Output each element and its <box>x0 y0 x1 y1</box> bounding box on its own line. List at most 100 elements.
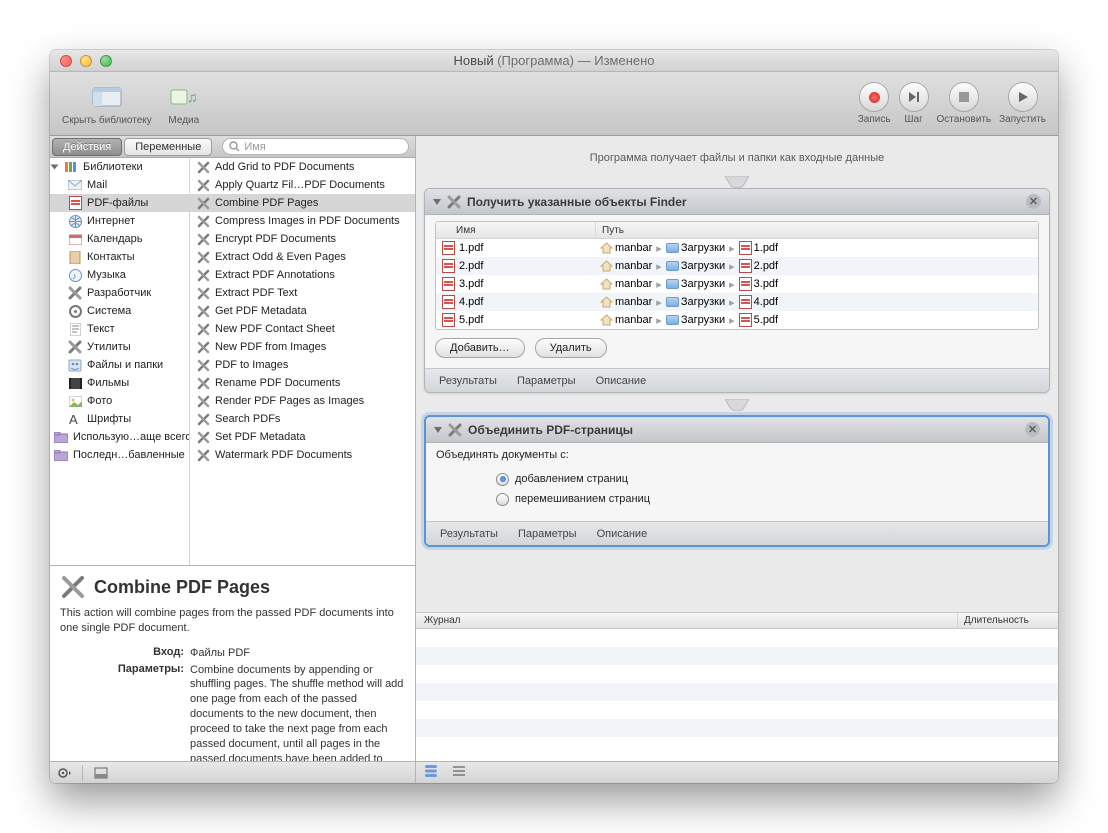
action-title: Объединить PDF-страницы <box>468 423 633 437</box>
stop-button[interactable]: Остановить <box>937 82 992 125</box>
library-item[interactable]: Текст <box>50 320 189 338</box>
pdf-icon <box>442 259 455 273</box>
tab-variables[interactable]: Переменные <box>124 138 212 156</box>
library-item[interactable]: Интернет <box>50 212 189 230</box>
library-item[interactable]: Календарь <box>50 230 189 248</box>
automator-action-icon <box>196 214 210 228</box>
footer-results[interactable]: Результаты <box>439 375 497 387</box>
disclosure-triangle-icon[interactable] <box>434 427 442 433</box>
toggle-description-button[interactable] <box>93 765 109 781</box>
library-item[interactable]: AШрифты <box>50 410 189 428</box>
action-item[interactable]: Extract Odd & Even Pages <box>190 248 415 266</box>
filter-bar: Действия Переменные Имя <box>50 136 415 158</box>
footer-params[interactable]: Параметры <box>517 375 576 387</box>
radio-shuffle[interactable]: перемешиванием страниц <box>496 489 1038 509</box>
action-get-finder-items[interactable]: Получить указанные объекты Finder ✕ Имя … <box>424 188 1050 393</box>
automator-action-icon <box>196 412 210 426</box>
action-item[interactable]: Combine PDF Pages <box>190 194 415 212</box>
run-button[interactable]: Запустить <box>999 82 1046 125</box>
footer-description[interactable]: Описание <box>596 375 647 387</box>
media-button[interactable]: ♫ Медиа <box>168 81 200 126</box>
disclosure-triangle-icon[interactable] <box>433 199 441 205</box>
add-button[interactable]: Добавить… <box>435 338 525 358</box>
library-list[interactable]: Библиотеки MailPDF-файлыИнтернетКалендар… <box>50 158 190 565</box>
table-row[interactable]: 4.pdfmanbar▸Загрузки▸4.pdf <box>436 293 1038 311</box>
library-item[interactable]: ♪Музыка <box>50 266 189 284</box>
footer-description[interactable]: Описание <box>597 528 648 540</box>
pdf-icon <box>442 241 455 255</box>
svg-text:♪: ♪ <box>72 271 77 281</box>
action-item[interactable]: Apply Quartz Fil…PDF Documents <box>190 176 415 194</box>
log-column-duration[interactable]: Длительность <box>958 613 1058 628</box>
description-input-key: Вход: <box>60 646 190 661</box>
remove-button[interactable]: Удалить <box>535 338 607 358</box>
library-item[interactable]: Контакты <box>50 248 189 266</box>
library-item[interactable]: Mail <box>50 176 189 194</box>
action-item[interactable]: New PDF Contact Sheet <box>190 320 415 338</box>
footer-params[interactable]: Параметры <box>518 528 577 540</box>
library-item[interactable]: Утилиты <box>50 338 189 356</box>
action-item[interactable]: Extract PDF Annotations <box>190 266 415 284</box>
action-combine-pdf[interactable]: Объединить PDF-страницы ✕ Объединять док… <box>424 415 1050 547</box>
automator-action-icon <box>196 448 210 462</box>
column-name[interactable]: Имя <box>436 222 596 238</box>
category-icon <box>68 232 82 246</box>
workflow-panel: Программа получает файлы и папки как вхо… <box>416 136 1058 783</box>
action-item[interactable]: Add Grid to PDF Documents <box>190 158 415 176</box>
action-item[interactable]: Render PDF Pages as Images <box>190 392 415 410</box>
pdf-icon <box>739 241 752 255</box>
table-row[interactable]: 1.pdfmanbar▸Загрузки▸1.pdf <box>436 239 1038 257</box>
workflow-view-button[interactable] <box>424 765 438 780</box>
column-path[interactable]: Путь <box>596 222 1038 238</box>
automator-action-icon <box>60 574 86 600</box>
library-root[interactable]: Библиотеки <box>50 158 189 176</box>
log-column-journal[interactable]: Журнал <box>416 613 958 628</box>
action-item[interactable]: Encrypt PDF Documents <box>190 230 415 248</box>
toolbar-label: Скрыть библиотеку <box>62 115 152 126</box>
action-header[interactable]: Получить указанные объекты Finder ✕ <box>425 189 1049 215</box>
smart-folder[interactable]: Использую…аще всего <box>50 428 189 446</box>
hide-library-button[interactable]: Скрыть библиотеку <box>62 81 152 126</box>
smart-folder[interactable]: Последн…бавленные <box>50 446 189 464</box>
action-item[interactable]: Search PDFs <box>190 410 415 428</box>
action-item[interactable]: Compress Images in PDF Documents <box>190 212 415 230</box>
library-item[interactable]: PDF-файлы <box>50 194 189 212</box>
step-button[interactable]: Шаг <box>899 82 929 125</box>
action-item[interactable]: Rename PDF Documents <box>190 374 415 392</box>
action-title: Получить указанные объекты Finder <box>467 195 687 209</box>
table-row[interactable]: 5.pdfmanbar▸Загрузки▸5.pdf <box>436 311 1038 329</box>
library-item[interactable]: Система <box>50 302 189 320</box>
remove-action-button[interactable]: ✕ <box>1025 422 1040 437</box>
tab-actions[interactable]: Действия <box>52 138 122 156</box>
library-item[interactable]: Фото <box>50 392 189 410</box>
action-item[interactable]: New PDF from Images <box>190 338 415 356</box>
actions-list[interactable]: Add Grid to PDF DocumentsApply Quartz Fi… <box>190 158 415 565</box>
action-item[interactable]: PDF to Images <box>190 356 415 374</box>
automator-action-icon <box>196 178 210 192</box>
gear-menu-button[interactable] <box>56 765 72 781</box>
table-row[interactable]: 2.pdfmanbar▸Загрузки▸2.pdf <box>436 257 1038 275</box>
record-button[interactable]: Запись <box>858 82 891 125</box>
footer-results[interactable]: Результаты <box>440 528 498 540</box>
log-body[interactable] <box>416 629 1058 761</box>
radio-icon <box>496 493 509 506</box>
table-row[interactable]: 3.pdfmanbar▸Загрузки▸3.pdf <box>436 275 1038 293</box>
finder-items-table[interactable]: Имя Путь 1.pdfmanbar▸Загрузки▸1.pdf2.pdf… <box>435 221 1039 330</box>
automator-action-icon <box>196 268 210 282</box>
remove-action-button[interactable]: ✕ <box>1026 194 1041 209</box>
action-item[interactable]: Watermark PDF Documents <box>190 446 415 464</box>
category-icon <box>68 196 82 210</box>
log-view-button[interactable] <box>452 765 466 780</box>
action-item[interactable]: Get PDF Metadata <box>190 302 415 320</box>
radio-append[interactable]: добавлением страниц <box>496 469 1038 489</box>
library-item[interactable]: Разработчик <box>50 284 189 302</box>
library-item[interactable]: Файлы и папки <box>50 356 189 374</box>
pdf-icon <box>442 277 455 291</box>
search-input[interactable]: Имя <box>222 138 409 155</box>
library-item[interactable]: Фильмы <box>50 374 189 392</box>
action-header[interactable]: Объединить PDF-страницы ✕ <box>426 417 1048 443</box>
left-bottom-bar <box>50 761 415 783</box>
action-item[interactable]: Set PDF Metadata <box>190 428 415 446</box>
right-bottom-bar <box>416 761 1058 783</box>
action-item[interactable]: Extract PDF Text <box>190 284 415 302</box>
